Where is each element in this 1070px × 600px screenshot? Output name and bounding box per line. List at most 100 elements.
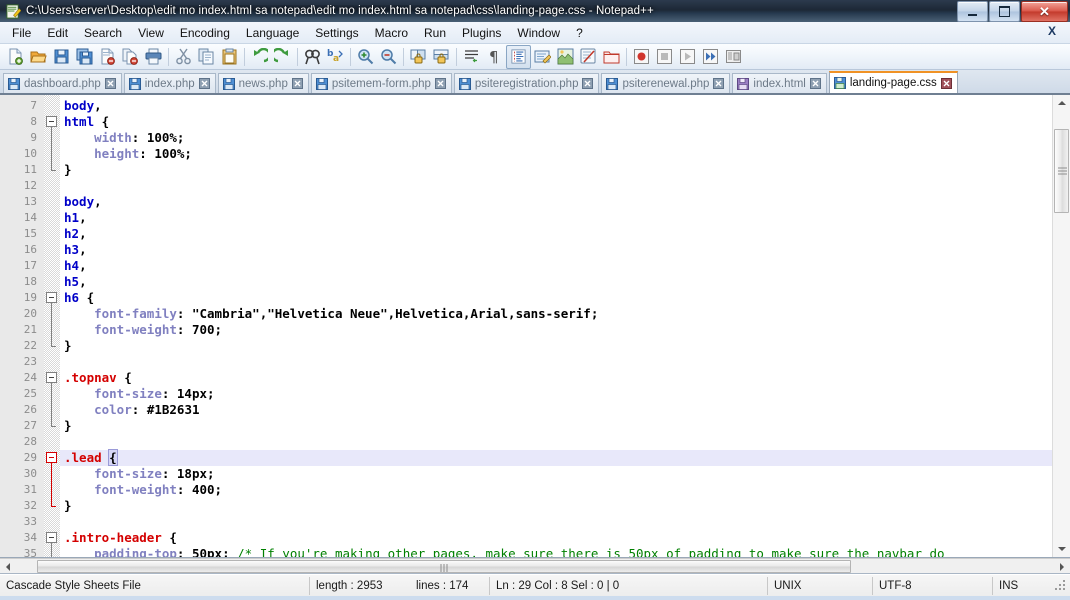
code-line[interactable]: body, [60, 194, 1070, 210]
fold-collapse-box[interactable] [46, 372, 57, 383]
save-all-button[interactable] [73, 46, 96, 68]
code-line[interactable]: font-family: "Cambria","Helvetica Neue",… [60, 306, 1070, 322]
code-line[interactable] [60, 434, 1070, 450]
editor-area[interactable]: 7 8 9 10 11 12 13 14 15 16 17 18 19 20 21 22 23 24 25 26 27 2… [0, 95, 1070, 558]
code-line[interactable]: font-weight: 400; [60, 482, 1070, 498]
paste-button[interactable] [218, 46, 241, 68]
tab-psitemem-form-php[interactable]: psitemem-form.php [310, 73, 452, 93]
folder-as-workspace-button[interactable] [600, 46, 623, 68]
code-line[interactable]: h1, [60, 210, 1070, 226]
close-document-button[interactable]: X [1048, 24, 1056, 38]
zoom-out-button[interactable] [377, 46, 400, 68]
vertical-scrollbar[interactable] [1052, 95, 1070, 557]
code-line[interactable]: h5, [60, 274, 1070, 290]
show-all-characters-button[interactable]: ¶ [483, 46, 506, 68]
close-window-button[interactable]: ✕ [1021, 1, 1068, 22]
code-line-current[interactable]: .lead { [60, 449, 1070, 466]
menu-item-plugins[interactable]: Plugins [454, 24, 509, 42]
tab-close-icon[interactable] [104, 78, 116, 89]
tab-news-php[interactable]: news.php [217, 73, 309, 93]
function-list-button[interactable] [577, 46, 600, 68]
tab-close-icon[interactable] [809, 78, 821, 89]
find-button[interactable] [301, 46, 324, 68]
close-all-files-button[interactable] [119, 46, 142, 68]
macro-save-button[interactable] [722, 46, 745, 68]
redo-button[interactable] [271, 46, 294, 68]
code-line[interactable]: } [60, 338, 1070, 354]
code-text-area[interactable]: body, html { width: 100%; height: 100%;} … [60, 95, 1070, 557]
menu-item-view[interactable]: View [130, 24, 172, 42]
code-line[interactable]: font-size: 14px; [60, 386, 1070, 402]
menu-item-run[interactable]: Run [416, 24, 454, 42]
fold-collapse-box[interactable] [46, 532, 57, 543]
code-line[interactable]: h3, [60, 242, 1070, 258]
horizontal-scrollbar-thumb[interactable] [37, 560, 851, 573]
tab-index-html[interactable]: index.html [732, 73, 827, 93]
tab-close-icon[interactable] [940, 77, 952, 89]
scroll-down-button[interactable] [1053, 541, 1070, 557]
tab-close-icon[interactable] [434, 78, 446, 89]
tab-index-php[interactable]: index.php [123, 73, 216, 93]
code-line[interactable]: .intro-header { [60, 530, 1070, 546]
code-line[interactable]: padding-top: 50px; /* If you're making o… [60, 546, 1070, 557]
user-defined-language-button[interactable] [531, 46, 554, 68]
tab-close-icon[interactable] [198, 78, 210, 89]
undo-button[interactable] [248, 46, 271, 68]
tab-close-icon[interactable] [291, 78, 303, 89]
code-line[interactable] [60, 354, 1070, 370]
code-line[interactable]: } [60, 498, 1070, 514]
copy-button[interactable] [195, 46, 218, 68]
code-line[interactable]: h2, [60, 226, 1070, 242]
menu-item-search[interactable]: Search [76, 24, 130, 42]
sync-vertical-scroll-button[interactable] [407, 46, 430, 68]
code-line[interactable]: .topnav { [60, 370, 1070, 386]
document-map-button[interactable] [554, 46, 577, 68]
macro-play-button[interactable] [676, 46, 699, 68]
cut-button[interactable] [172, 46, 195, 68]
macro-run-multiple-button[interactable] [699, 46, 722, 68]
tab-close-icon[interactable] [582, 78, 594, 89]
menu-item-encoding[interactable]: Encoding [172, 24, 238, 42]
menu-item-language[interactable]: Language [238, 24, 307, 42]
menu-item-help[interactable]: ? [568, 24, 591, 42]
code-line[interactable]: color: #1B2631 [60, 402, 1070, 418]
tab-landing-page-css[interactable]: landing-page.css [828, 71, 958, 93]
sync-horizontal-scroll-button[interactable] [430, 46, 453, 68]
code-line[interactable]: width: 100%; [60, 130, 1070, 146]
new-file-button[interactable] [4, 46, 27, 68]
fold-collapse-box[interactable] [46, 116, 57, 127]
maximize-button[interactable] [989, 1, 1020, 22]
zoom-in-button[interactable] [354, 46, 377, 68]
save-button[interactable] [50, 46, 73, 68]
open-file-button[interactable] [27, 46, 50, 68]
macro-record-button[interactable] [630, 46, 653, 68]
code-line[interactable]: } [60, 162, 1070, 178]
code-line[interactable]: h4, [60, 258, 1070, 274]
code-line[interactable] [60, 514, 1070, 530]
tab-dashboard-php[interactable]: dashboard.php [3, 73, 122, 93]
scroll-left-button[interactable] [0, 559, 16, 574]
tab-close-icon[interactable] [713, 78, 725, 89]
fold-collapse-box[interactable] [46, 452, 57, 463]
close-file-button[interactable] [96, 46, 119, 68]
indent-guide-button[interactable] [506, 44, 531, 69]
scroll-right-button[interactable] [1054, 559, 1070, 574]
tab-psiteregistration-php[interactable]: psiteregistration.php [453, 73, 600, 93]
menu-item-file[interactable]: File [4, 24, 39, 42]
menu-item-window[interactable]: Window [509, 24, 568, 42]
word-wrap-button[interactable] [460, 46, 483, 68]
horizontal-scrollbar[interactable] [0, 558, 1070, 574]
menu-item-edit[interactable]: Edit [39, 24, 76, 42]
menu-item-settings[interactable]: Settings [307, 24, 366, 42]
replace-button[interactable]: b a [324, 46, 347, 68]
print-button[interactable] [142, 46, 165, 68]
vertical-scrollbar-thumb[interactable] [1054, 129, 1069, 213]
fold-collapse-box[interactable] [46, 292, 57, 303]
code-line[interactable]: html { [60, 114, 1070, 130]
macro-stop-button[interactable] [653, 46, 676, 68]
menu-item-macro[interactable]: Macro [367, 24, 416, 42]
resize-grip-icon[interactable] [1054, 579, 1068, 593]
code-line[interactable]: h6 { [60, 290, 1070, 306]
tab-psiterenewal-php[interactable]: psiterenewal.php [601, 73, 731, 93]
code-line[interactable]: } [60, 418, 1070, 434]
